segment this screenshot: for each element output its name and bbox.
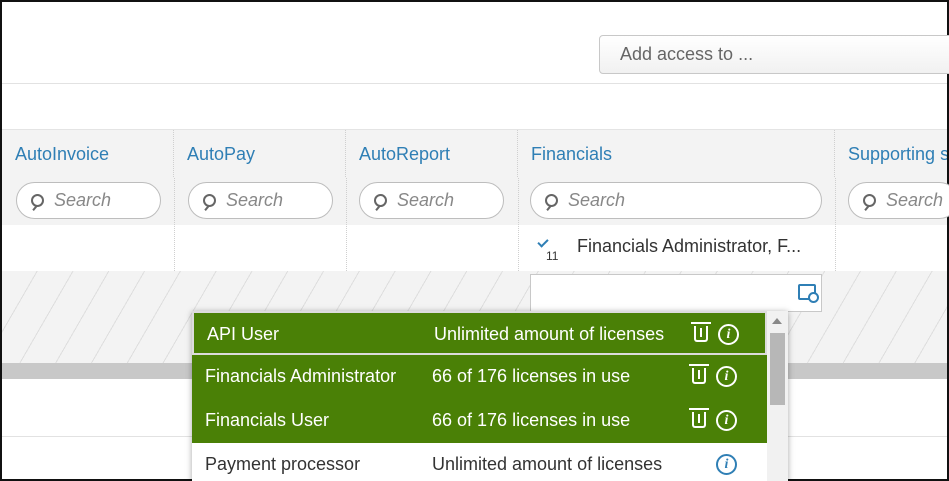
role-option-name: API User: [207, 324, 280, 344]
info-icon[interactable]: i: [716, 366, 737, 387]
info-icon[interactable]: i: [716, 410, 737, 431]
search-placeholder: Search: [54, 190, 112, 210]
search-input-financials[interactable]: Search: [530, 182, 822, 219]
scrollbar-thumb[interactable]: [770, 333, 785, 405]
search-placeholder: Search: [568, 190, 626, 210]
role-option-licenses: 66 of 176 licenses in use: [432, 410, 631, 430]
search-input-autoreport[interactable]: Search: [359, 182, 504, 219]
column-header-supporting[interactable]: Supporting s: [835, 130, 947, 179]
role-option-licenses: Unlimited amount of licenses: [434, 324, 665, 344]
search-input-autopay[interactable]: Search: [188, 182, 333, 219]
column-header-row: AutoInvoice AutoPay AutoReport Financial…: [2, 129, 947, 179]
role-option-name: Payment processor: [205, 454, 361, 474]
role-option-financials-administrator[interactable]: Financials Administrator 66 of 176 licen…: [192, 355, 767, 399]
lookup-icon[interactable]: [798, 284, 819, 303]
add-access-input[interactable]: Add access to ...: [599, 35, 949, 74]
role-option-financials-user[interactable]: Financials User 66 of 176 licenses in us…: [192, 399, 767, 443]
role-lookup-input[interactable]: [530, 274, 822, 312]
role-option-licenses: 66 of 176 licenses in use: [432, 366, 631, 386]
search-input-supporting[interactable]: Search: [848, 182, 949, 219]
check-icon: [537, 236, 549, 248]
scroll-up-arrow-icon[interactable]: [772, 318, 782, 324]
trash-icon[interactable]: [689, 364, 709, 384]
role-option-api-user[interactable]: API User Unlimited amount of licenses i: [192, 311, 767, 355]
column-search-row: Search Search Search Search Search: [2, 178, 949, 225]
column-header-financials[interactable]: Financials: [518, 130, 835, 179]
search-placeholder: Search: [886, 190, 944, 210]
financials-roles-cell[interactable]: 11 Financials Administrator, F...: [532, 233, 822, 263]
table-row: 11 Financials Administrator, F...: [2, 225, 947, 271]
roles-count: 11: [546, 249, 559, 263]
role-option-name: Financials Administrator: [205, 366, 397, 386]
column-header-autopay[interactable]: AutoPay: [174, 130, 346, 179]
search-icon: [863, 194, 876, 207]
info-icon[interactable]: i: [716, 454, 737, 475]
column-header-autoreport[interactable]: AutoReport: [346, 130, 518, 179]
dropdown-scrollbar[interactable]: [767, 311, 788, 481]
search-icon: [374, 194, 387, 207]
trash-icon[interactable]: [689, 408, 709, 428]
role-option-name: Financials User: [205, 410, 330, 430]
search-placeholder: Search: [226, 190, 284, 210]
role-option-licenses: Unlimited amount of licenses: [432, 454, 663, 474]
info-icon[interactable]: i: [718, 324, 739, 345]
search-icon: [31, 194, 44, 207]
role-option-payment-processor[interactable]: Payment processor Unlimited amount of li…: [192, 443, 767, 481]
top-bar: Add access to ...: [2, 2, 949, 84]
column-header-autoinvoice[interactable]: AutoInvoice: [2, 130, 174, 179]
trash-icon[interactable]: [691, 322, 711, 342]
search-icon: [203, 194, 216, 207]
role-dropdown: API User Unlimited amount of licenses i …: [192, 311, 788, 481]
search-input-autoinvoice[interactable]: Search: [16, 182, 161, 219]
search-placeholder: Search: [397, 190, 455, 210]
search-icon: [545, 194, 558, 207]
roles-summary: Financials Administrator, F...: [577, 236, 802, 256]
